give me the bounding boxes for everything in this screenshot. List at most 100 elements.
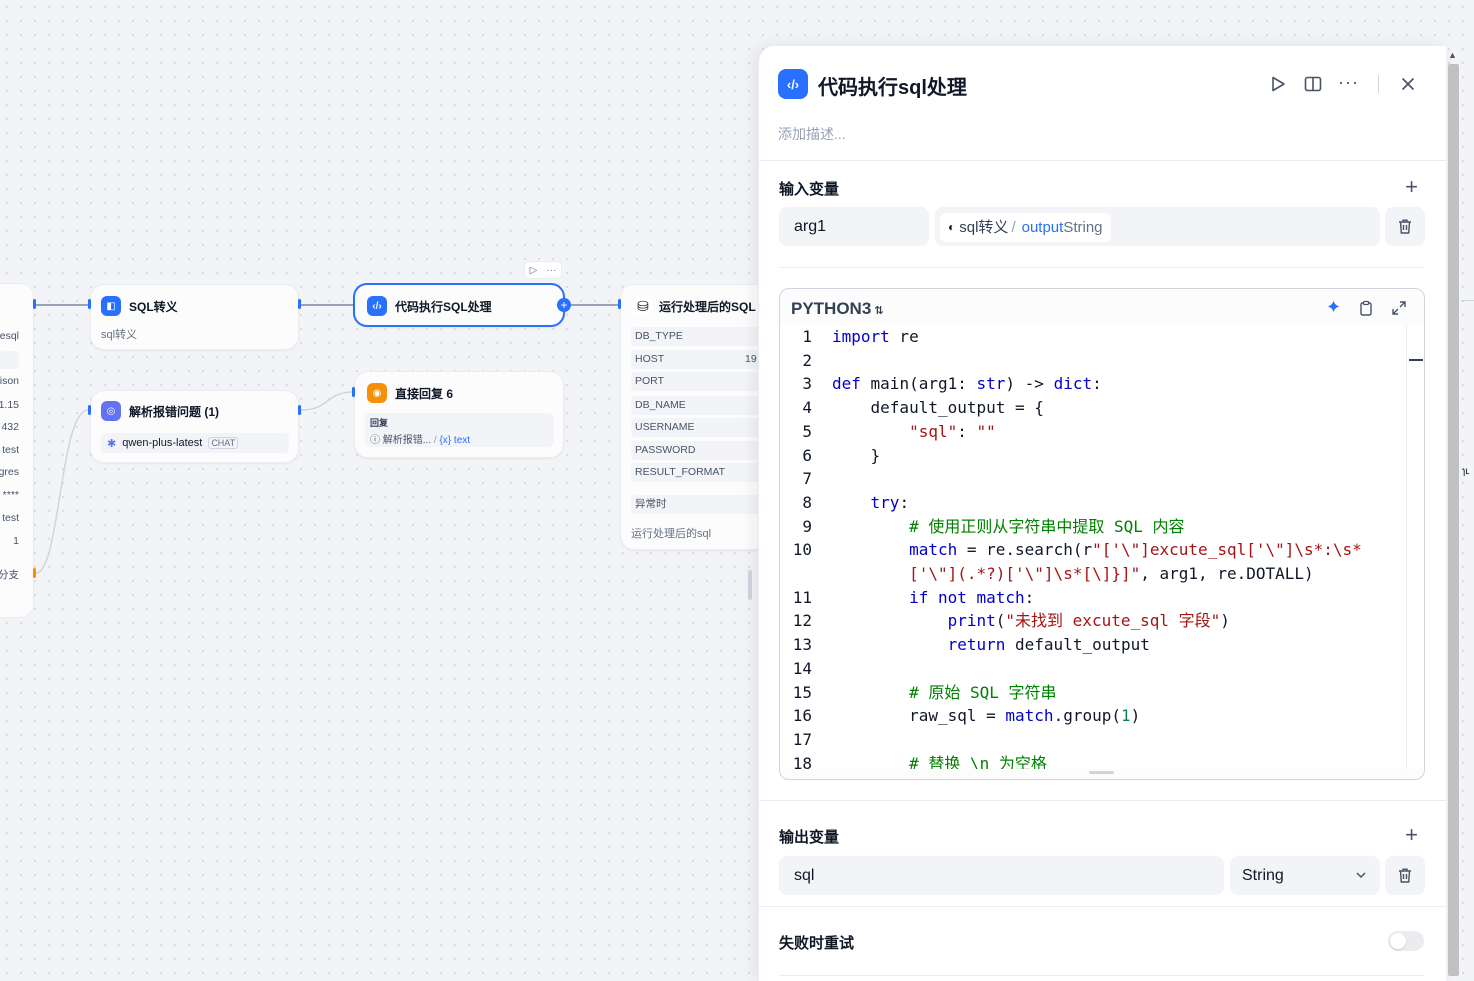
code-text: "sql": "" [909,421,996,441]
node-subtitle: sql转义 [101,329,138,341]
line-number: 18 [792,753,812,769]
param-row: USERNAME [631,418,779,437]
info-icon: ⓘ [370,435,380,446]
language-label: PYTHON3 [791,299,872,318]
input-port[interactable] [88,405,91,415]
code-text: ['\"](.*?)['\"]\s*[\]}]", arg1, re.DOTAL… [909,564,1314,583]
line-number: 4 [802,398,812,418]
add-input-icon[interactable]: + [1405,176,1418,198]
divider [759,906,1446,907]
code-exec-node[interactable]: ‹/› 代码执行SQL处理 [353,283,565,327]
code-icon: ‹/› [778,69,808,99]
workflow-canvas[interactable]: esql ison 1.15 432 test gres **** test 1… [0,0,780,981]
line-number: 1 [802,327,812,346]
code-text: } [832,445,881,465]
divider [1461,300,1474,304]
reply-icon: ◉ [367,383,387,403]
param-row: PORT [631,372,779,391]
retry-toggle[interactable] [1388,931,1424,951]
divider [759,800,1446,801]
line-number: 2 [802,350,812,370]
delete-input-button[interactable] [1385,207,1425,246]
delete-output-button[interactable] [1385,856,1425,895]
sort-icon: ⇅ [874,305,884,317]
param-row: RESULT_FORMAT [631,463,779,482]
description-input[interactable]: 添加描述... [778,124,846,144]
parse-error-node[interactable]: ◎ 解析报错问题 (1) ✱ qwen-plus-latest CHAT [90,390,299,463]
input-port[interactable] [88,299,91,309]
more-icon[interactable]: ··· [1338,72,1359,93]
line-number: 15 [792,682,812,702]
code-text: def main(arg1: str) -> dict: [832,374,1102,394]
split-view-icon[interactable] [1304,75,1322,93]
line-number: 5 [802,421,812,441]
variable-reference-chip: ◐ sql转义 / output String [940,213,1111,242]
model-logo-icon: ✱ [107,437,117,450]
output-variables-title: 输出变量 [779,829,840,846]
source-var-name: output [1021,219,1064,236]
more-icon[interactable]: ··· [546,265,556,276]
code-text: raw_sql = match.group(1) [832,706,1141,726]
language-select[interactable]: PYTHON3 ⇅ [791,299,884,319]
line-number: 6 [802,445,812,465]
scroll-thumb[interactable] [1409,359,1423,361]
node-title: 直接回复 6 [395,386,454,401]
code-text: # 使用正则从字符串中提取 SQL 内容 [909,516,1185,536]
node-title: SQL转义 [129,299,178,314]
retry-label: 失败时重试 [779,935,855,952]
ai-sparkle-icon[interactable]: ✦ [1326,297,1341,318]
output-variable-name[interactable]: sql [779,856,1224,895]
output-type-value: String [1242,867,1284,884]
copy-icon[interactable] [1358,300,1374,317]
play-icon[interactable]: ▷ [530,265,538,276]
code-text: default_output = { [832,398,1044,418]
window-scrollbar[interactable] [1448,64,1459,976]
expand-icon[interactable] [1391,300,1407,316]
input-variable-name[interactable]: arg1 [779,207,929,246]
input-variables-title: 输入变量 [779,181,840,198]
divider [759,160,1446,161]
line-number: 13 [792,635,812,655]
line-number: 14 [792,658,812,678]
code-editor[interactable]: PYTHON3 ⇅ ✦ 1 import re 2 3 def main(arg1: st… [779,288,1425,780]
db-exec-node[interactable]: ⛁ 运行处理后的SQL DB_TYPE HOST 19 PORT DB_NAME… [620,284,780,550]
sql-escape-node[interactable]: ◧ SQL转义 sql转义 [90,284,299,350]
line-number: 16 [792,706,812,726]
reply-ref-var: {x} text [439,435,471,446]
output-port[interactable] [298,299,301,309]
scroll-up-icon[interactable]: ▲ [1448,50,1457,60]
output-type-select[interactable]: String [1230,856,1380,895]
code-text: # 替换 \n 为空格 [909,753,1047,769]
editor-scrollbar[interactable] [1406,325,1424,769]
code-content[interactable]: 1 import re 2 3 def main(arg1: str) -> dict:… [780,325,1407,769]
editor-resize-handle[interactable] [1089,771,1114,774]
run-icon[interactable] [1269,75,1287,93]
chevron-down-icon [1356,872,1366,879]
resize-handle[interactable] [748,570,752,600]
add-output-icon[interactable]: + [1405,824,1418,846]
input-port[interactable] [352,387,355,397]
edge-fragment: ɿʟ [1462,466,1470,477]
divider [779,975,1424,976]
reply-ref-source: 解析报错... [382,435,432,446]
source-var-type: String [1063,219,1103,236]
line-number: 17 [792,729,812,749]
model-name: qwen-plus-latest [122,437,203,449]
param-row: PASSWORD [631,441,779,460]
close-icon[interactable] [1400,76,1416,92]
code-text: print("未找到 excute_sql 字段") [947,611,1230,631]
add-node-icon[interactable]: + [557,298,571,312]
node-title: 代码执行SQL处理 [395,299,492,314]
code-text: if not match: [909,587,1035,607]
line-number: 8 [802,492,812,512]
input-variable-source[interactable]: ◐ sql转义 / output String [935,207,1380,246]
input-port[interactable] [618,299,621,309]
reply-ref-sep: / [433,435,437,446]
reply-node[interactable]: ◉ 直接回复 6 回复 ⓘ 解析报错... / {x} text [354,371,564,458]
param-name: HOST [635,353,665,365]
line-number: 3 [802,374,812,394]
line-number: 7 [802,469,812,489]
output-port[interactable] [298,405,301,415]
panel-title[interactable]: 代码执行sql处理 [818,71,967,100]
trash-icon [1399,868,1411,883]
